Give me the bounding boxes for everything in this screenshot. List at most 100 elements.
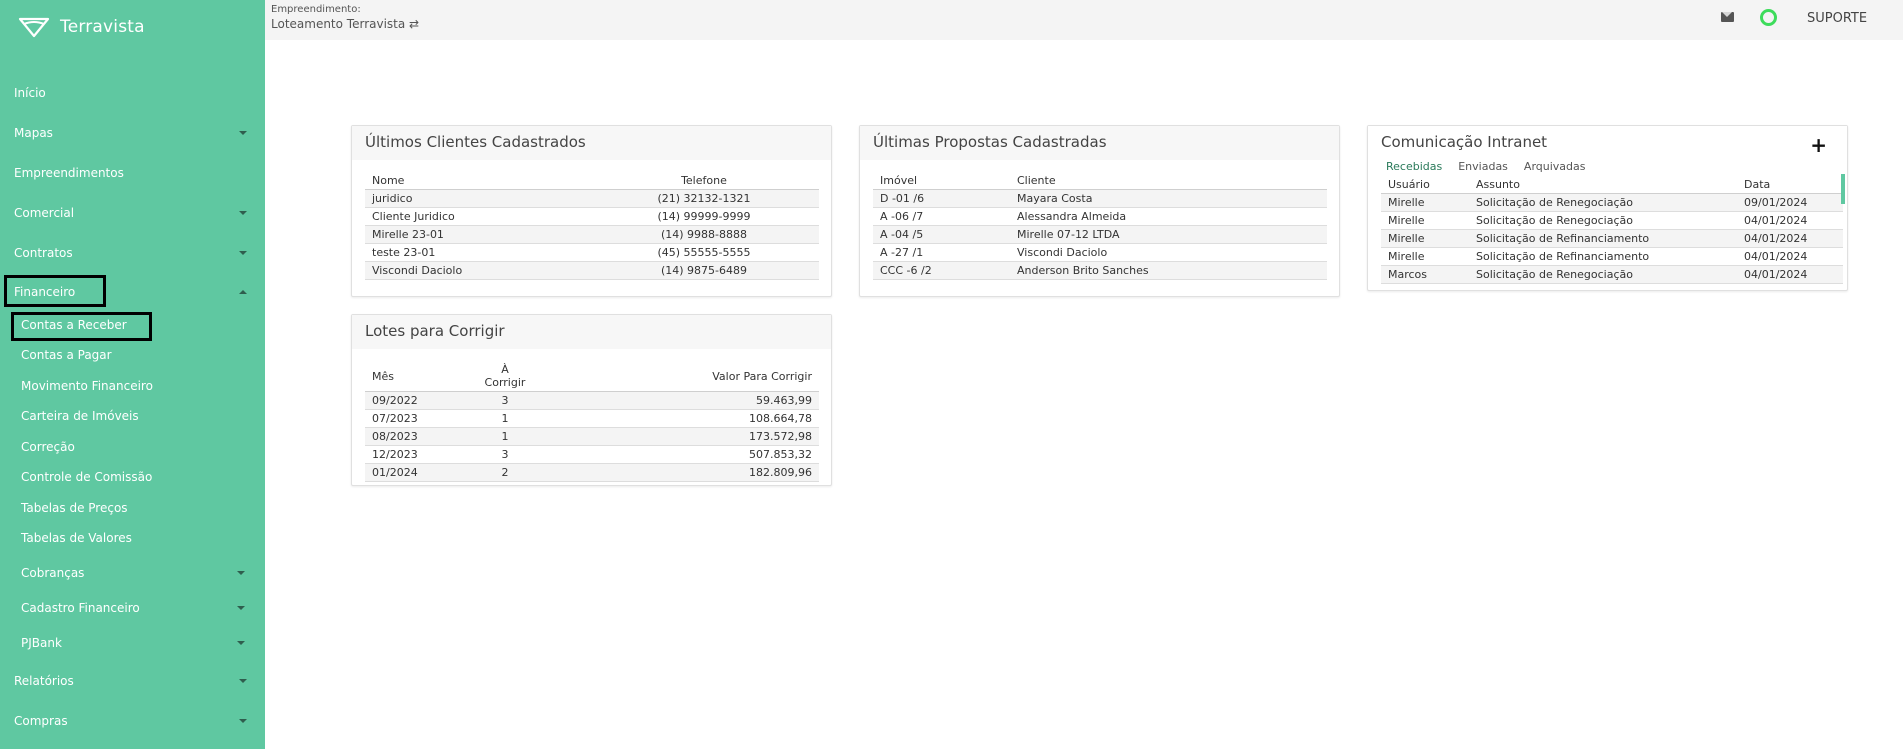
table-row[interactable]: 07/2023 1 108.664,78	[365, 409, 819, 428]
sidebar-item-inicio[interactable]: Início	[0, 81, 265, 105]
table-row[interactable]: CCC -6 /2 Anderson Brito Sanches	[873, 261, 1327, 280]
sidebar-item-empreendimentos[interactable]: Empreendimentos	[0, 161, 265, 185]
clients-table: Nome Telefone juridico (21) 32132-1321 Cl…	[365, 172, 819, 280]
table-row[interactable]: Viscondi Daciolo (14) 9875-6489	[365, 261, 819, 280]
sidebar-subitem-controle-de-comissao[interactable]: Controle de Comissão	[0, 466, 265, 488]
project-label: Empreendimento:	[271, 4, 361, 15]
table-row[interactable]: teste 23-01 (45) 55555-5555	[365, 243, 819, 262]
table-row[interactable]: Marcos Solicitação de Renegociação 04/01/2…	[1381, 265, 1843, 284]
cell: 2	[475, 463, 535, 482]
recent-clients-card: Últimos Clientes Cadastrados Nome Telefo…	[351, 125, 832, 297]
cell: 01/2024	[365, 463, 475, 482]
scrollbar-thumb[interactable]	[1841, 174, 1845, 204]
cell: Marcos	[1381, 265, 1469, 284]
sidebar-subitem-movimento-financeiro[interactable]: Movimento Financeiro	[0, 375, 265, 397]
sidebar-subitem-tabelas-de-valores[interactable]: Tabelas de Valores	[0, 527, 265, 549]
cell: (45) 55555-5555	[588, 243, 819, 262]
sidebar-item-mapas[interactable]: Mapas	[0, 121, 265, 145]
sidebar-subitem-label: Cobranças	[21, 566, 85, 580]
sidebar-item-compras[interactable]: Compras	[0, 709, 265, 733]
cell: 59.463,99	[535, 391, 819, 410]
cell: Mirelle	[1381, 193, 1469, 212]
table-row[interactable]: 01/2024 2 182.809,96	[365, 463, 819, 482]
card-title: Últimos Clientes Cadastrados	[352, 126, 831, 160]
table-row[interactable]: 12/2023 3 507.853,32	[365, 445, 819, 464]
sidebar-subitem-label: Carteira de Imóveis	[21, 409, 139, 423]
table-row[interactable]: A -06 /7 Alessandra Almeida	[873, 207, 1327, 226]
sidebar-subitem-contas-a-receber[interactable]: Contas a Receber	[0, 314, 265, 336]
sidebar-item-label: Relatórios	[14, 674, 74, 688]
cell: Alessandra Almeida	[1010, 207, 1327, 226]
sidebar-item-relatorios[interactable]: Relatórios	[0, 669, 265, 693]
proposals-table: Imóvel Cliente D -01 /6 Mayara Costa A -0…	[873, 172, 1327, 280]
intranet-table: Usuário Assunto Data Mirelle Solicitação …	[1381, 176, 1843, 284]
table-row[interactable]: Mirelle Solicitação de Refinanciamento 04/…	[1381, 229, 1843, 248]
sidebar-subitem-carteira-de-imoveis[interactable]: Carteira de Imóveis	[0, 405, 265, 427]
sidebar-item-financeiro[interactable]: Financeiro	[0, 280, 265, 304]
table-row[interactable]: Cliente Juridico (14) 99999-9999	[365, 207, 819, 226]
table-row[interactable]: juridico (21) 32132-1321	[365, 189, 819, 208]
sidebar-subitem-contas-a-pagar[interactable]: Contas a Pagar	[0, 344, 265, 366]
card-title: Lotes para Corrigir	[352, 315, 831, 349]
cell: Mirelle 07-12 LTDA	[1010, 225, 1327, 244]
lots-table: Mês À Corrigir Valor Para Corrigir 09/20…	[365, 361, 819, 482]
cell: Viscondi Daciolo	[365, 261, 589, 280]
mail-icon[interactable]	[1721, 12, 1734, 22]
sidebar-item-label: Mapas	[14, 126, 53, 140]
cell: 09/2022	[365, 391, 475, 410]
add-message-button[interactable]: +	[1810, 135, 1827, 155]
chevron-down-icon	[239, 251, 247, 255]
cell: A -27 /1	[873, 243, 1010, 262]
sidebar-item-label: Empreendimentos	[14, 166, 124, 180]
cell: Solicitação de Refinanciamento	[1469, 247, 1737, 266]
sidebar-subitem-cobrancas[interactable]: Cobranças	[0, 562, 265, 584]
sidebar-item-label: Início	[14, 86, 46, 100]
brand-logo[interactable]: Terravista	[18, 16, 145, 38]
chevron-down-icon	[239, 719, 247, 723]
cell: Mirelle	[1381, 229, 1469, 248]
sidebar-item-contratos[interactable]: Contratos	[0, 241, 265, 265]
table-row[interactable]: Mirelle Solicitação de Renegociação 04/01/…	[1381, 211, 1843, 230]
table-row[interactable]: D -01 /6 Mayara Costa	[873, 189, 1327, 208]
column-header: Data	[1737, 176, 1843, 194]
cell: Viscondi Daciolo	[1010, 243, 1327, 262]
cell: A -04 /5	[873, 225, 1010, 244]
intranet-table-scroll[interactable]: Usuário Assunto Data Mirelle Solicitação …	[1381, 176, 1843, 286]
sidebar-subitem-label: Correção	[21, 440, 75, 454]
sidebar-subitem-tabelas-de-precos[interactable]: Tabelas de Preços	[0, 497, 265, 519]
cell: 3	[475, 391, 535, 410]
card-title: Últimas Propostas Cadastradas	[860, 126, 1339, 160]
sidebar-subitem-correcao[interactable]: Correção	[0, 436, 265, 458]
cell: (21) 32132-1321	[588, 189, 819, 208]
cell: 07/2023	[365, 409, 475, 428]
chevron-down-icon	[239, 679, 247, 683]
table-row[interactable]: Mirelle Solicitação de Renegociação 09/01/…	[1381, 193, 1843, 212]
support-link[interactable]: SUPORTE	[1807, 11, 1867, 26]
brand-name: Terravista	[60, 17, 145, 37]
sidebar-subitem-label: PJBank	[21, 636, 62, 650]
chevron-down-icon	[239, 131, 247, 135]
cell: Mirelle	[1381, 211, 1469, 230]
column-header: Imóvel	[873, 172, 1010, 190]
table-row[interactable]: 08/2023 1 173.572,98	[365, 427, 819, 446]
table-row[interactable]: Mirelle 23-01 (14) 9988-8888	[365, 225, 819, 244]
table-row[interactable]: Mirelle Solicitação de Refinanciamento 04/…	[1381, 247, 1843, 266]
cell: 182.809,96	[535, 463, 819, 482]
chevron-down-icon	[237, 641, 245, 645]
sidebar-subitem-cadastro-financeiro[interactable]: Cadastro Financeiro	[0, 597, 265, 619]
cell: 04/01/2024	[1737, 229, 1843, 248]
card-title: Comunicação Intranet	[1368, 126, 1847, 160]
table-row[interactable]: A -04 /5 Mirelle 07-12 LTDA	[873, 225, 1327, 244]
tab-recebidas[interactable]: Recebidas	[1386, 160, 1442, 173]
project-selector[interactable]: Loteamento Terravista ⇄	[271, 17, 419, 31]
tab-enviadas[interactable]: Enviadas	[1458, 160, 1508, 173]
chevron-up-icon	[239, 290, 247, 294]
sidebar-item-comercial[interactable]: Comercial	[0, 201, 265, 225]
cell: 04/01/2024	[1737, 211, 1843, 230]
sidebar-subitem-pjbank[interactable]: PJBank	[0, 632, 265, 654]
chevron-down-icon	[237, 606, 245, 610]
table-row[interactable]: 09/2022 3 59.463,99	[365, 391, 819, 410]
cell: Mirelle 23-01	[365, 225, 589, 244]
table-row[interactable]: A -27 /1 Viscondi Daciolo	[873, 243, 1327, 262]
tab-arquivadas[interactable]: Arquivadas	[1524, 160, 1586, 173]
